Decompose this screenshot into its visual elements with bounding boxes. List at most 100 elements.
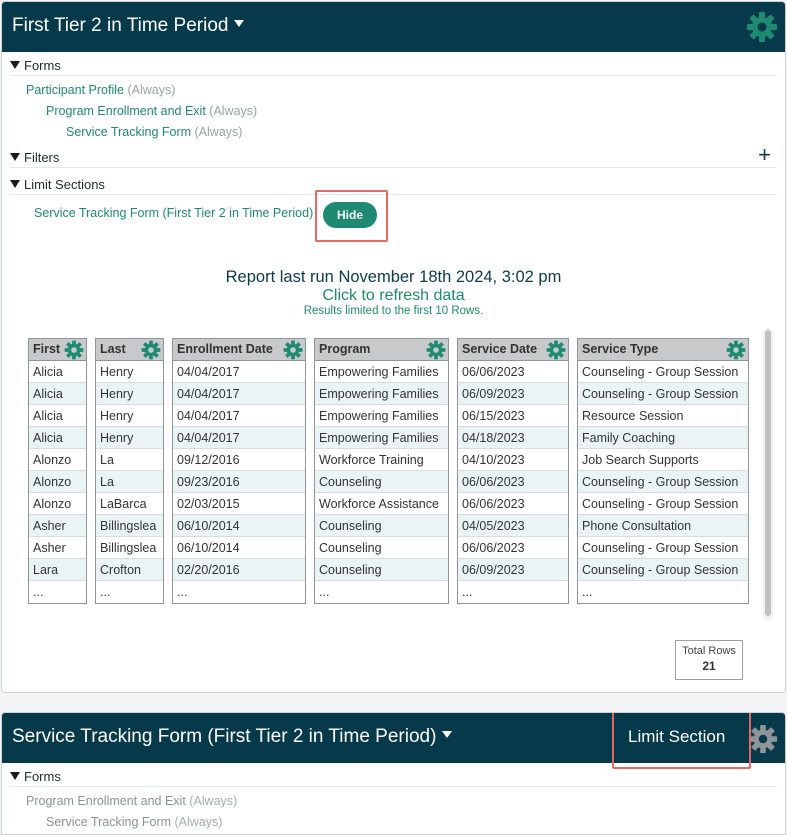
forms-section-toggle[interactable]: Forms [10,767,777,787]
panel-title-dropdown[interactable]: First Tier 2 in Time Period [12,15,245,37]
form-qualifier: (Always) [127,83,176,97]
table-cell: Lara [29,559,86,581]
table-cell: ... [100,585,111,599]
table-cell: Family Coaching [578,427,748,449]
limit-sections-toggle[interactable]: Limit Sections [10,175,777,195]
column-header[interactable]: Last [96,339,163,361]
panel-title: First Tier 2 in Time Period [12,15,229,36]
table-cell: 06/06/2023 [458,537,568,559]
plus-icon[interactable]: + [758,144,771,166]
refresh-link[interactable]: Click to refresh data [2,287,785,305]
limit-section-link[interactable]: Service Tracking Form (First Tier 2 in T… [34,206,313,220]
table-cell: Counseling [315,515,448,537]
table-cell: Counseling - Group Session [578,383,748,405]
table-cell: Workforce Assistance [315,493,448,515]
table-cell: Henry [96,427,163,449]
table-cell: Counseling - Group Session [578,537,748,559]
table-cell: 06/06/2023 [458,493,568,515]
table-cell: Empowering Families [315,427,448,449]
table-cell: Billingslea [96,537,163,559]
table-cell: La [96,449,163,471]
table-cell: 02/03/2015 [173,493,305,515]
gear-icon[interactable] [726,340,746,360]
table-cell: 09/12/2016 [173,449,305,471]
column-header[interactable]: Enrollment Date [173,339,305,361]
form-link-service-tracking[interactable]: Service Tracking Form (Always) [66,125,242,139]
total-rows-box: Total Rows 21 [675,640,743,680]
table-cell: Asher [29,537,86,559]
table-cell: Counseling - Group Session [578,471,748,493]
filters-section-toggle[interactable]: Filters + [10,144,777,168]
table-cell: Counseling [315,537,448,559]
results-column: Service Type Counseling - Group Session Co… [577,338,749,604]
table-cell: 04/04/2017 [173,405,305,427]
filters-label: Filters [24,150,60,165]
report-panel-first-tier: First Tier 2 in Time Period Forms Partic… [1,1,786,693]
table-cell: Job Search Supports [578,449,748,471]
gear-icon[interactable] [546,340,566,360]
forms-label: Forms [24,769,61,784]
gear-icon[interactable] [64,340,84,360]
table-cell: Counseling - Group Session [578,559,748,581]
column-header-label: First [33,342,61,356]
report-last-run: Report last run November 18th 2024, 3:02… [225,268,562,286]
form-link-program-enrollment[interactable]: Program Enrollment and Exit (Always) [26,794,237,808]
forms-label: Forms [24,58,61,73]
panel-header: First Tier 2 in Time Period [2,2,785,52]
table-cell: Alonzo [29,471,86,493]
column-header[interactable]: First [29,339,86,361]
table-cell: Billingslea [96,515,163,537]
gear-icon[interactable] [426,340,446,360]
table-cell: Henry [96,383,163,405]
table-cell: LaBarca [96,493,163,515]
scrollbar[interactable] [763,328,773,620]
table-cell: Alicia [29,361,86,383]
table-cell: Alonzo [29,449,86,471]
form-name: Service Tracking Form [66,125,192,139]
gear-icon[interactable] [141,340,161,360]
gear-icon[interactable] [283,340,303,360]
form-name: Program Enrollment and Exit [46,104,206,118]
results-column: Enrollment Date 04/04/2017 04/04/2017 04/04… [172,338,306,604]
table-cell: Crofton [96,559,163,581]
results-column: Service Date 06/06/2023 06/09/2023 06/15/20… [457,338,569,604]
column-header-label: Program [319,342,371,356]
form-qualifier: (Always) [194,125,243,139]
table-cell: 04/10/2023 [458,449,568,471]
results-column: First Alicia Alicia Alicia Alicia Alonzo Alonz… [28,338,87,604]
triangle-down-icon [10,61,20,69]
column-header[interactable]: Program [315,339,448,361]
table-cell: Empowering Families [315,405,448,427]
scrollbar-thumb[interactable] [765,330,771,616]
table-cell: 04/18/2023 [458,427,568,449]
column-header-label: Service Type [582,342,659,356]
form-link-program-enrollment[interactable]: Program Enrollment and Exit (Always) [46,104,257,118]
gear-icon[interactable] [748,724,778,754]
total-rows-label: Total Rows [682,645,736,657]
form-name: Participant Profile [26,83,124,97]
table-cell: ... [319,585,330,599]
column-header[interactable]: Service Date [458,339,568,361]
table-cell: Asher [29,515,86,537]
table-cell: Counseling [315,559,448,581]
table-cell: 04/04/2017 [173,383,305,405]
triangle-down-icon [10,772,20,780]
column-header[interactable]: Service Type [578,339,748,361]
table-cell: Counseling [315,471,448,493]
table-cell: ... [177,585,188,599]
form-link-participant-profile[interactable]: Participant Profile (Always) [26,83,175,97]
panel-title: Service Tracking Form (First Tier 2 in T… [12,726,437,747]
table-cell: Empowering Families [315,383,448,405]
form-link-service-tracking[interactable]: Service Tracking Form (Always) [46,815,222,829]
results-column: Last Henry Henry Henry Henry La La LaBarca Billi… [95,338,164,604]
limit-sections-label: Limit Sections [24,177,105,192]
column-header-label: Service Date [462,342,538,356]
table-cell: ... [33,585,44,599]
gear-icon[interactable] [746,11,778,43]
panel-title-dropdown[interactable]: Service Tracking Form (First Tier 2 in T… [12,726,453,748]
form-qualifier: (Always) [174,815,223,829]
table-cell: 06/06/2023 [458,361,568,383]
table-cell: 06/06/2023 [458,471,568,493]
table-cell: ... [582,585,593,599]
forms-section-toggle[interactable]: Forms [10,56,777,76]
